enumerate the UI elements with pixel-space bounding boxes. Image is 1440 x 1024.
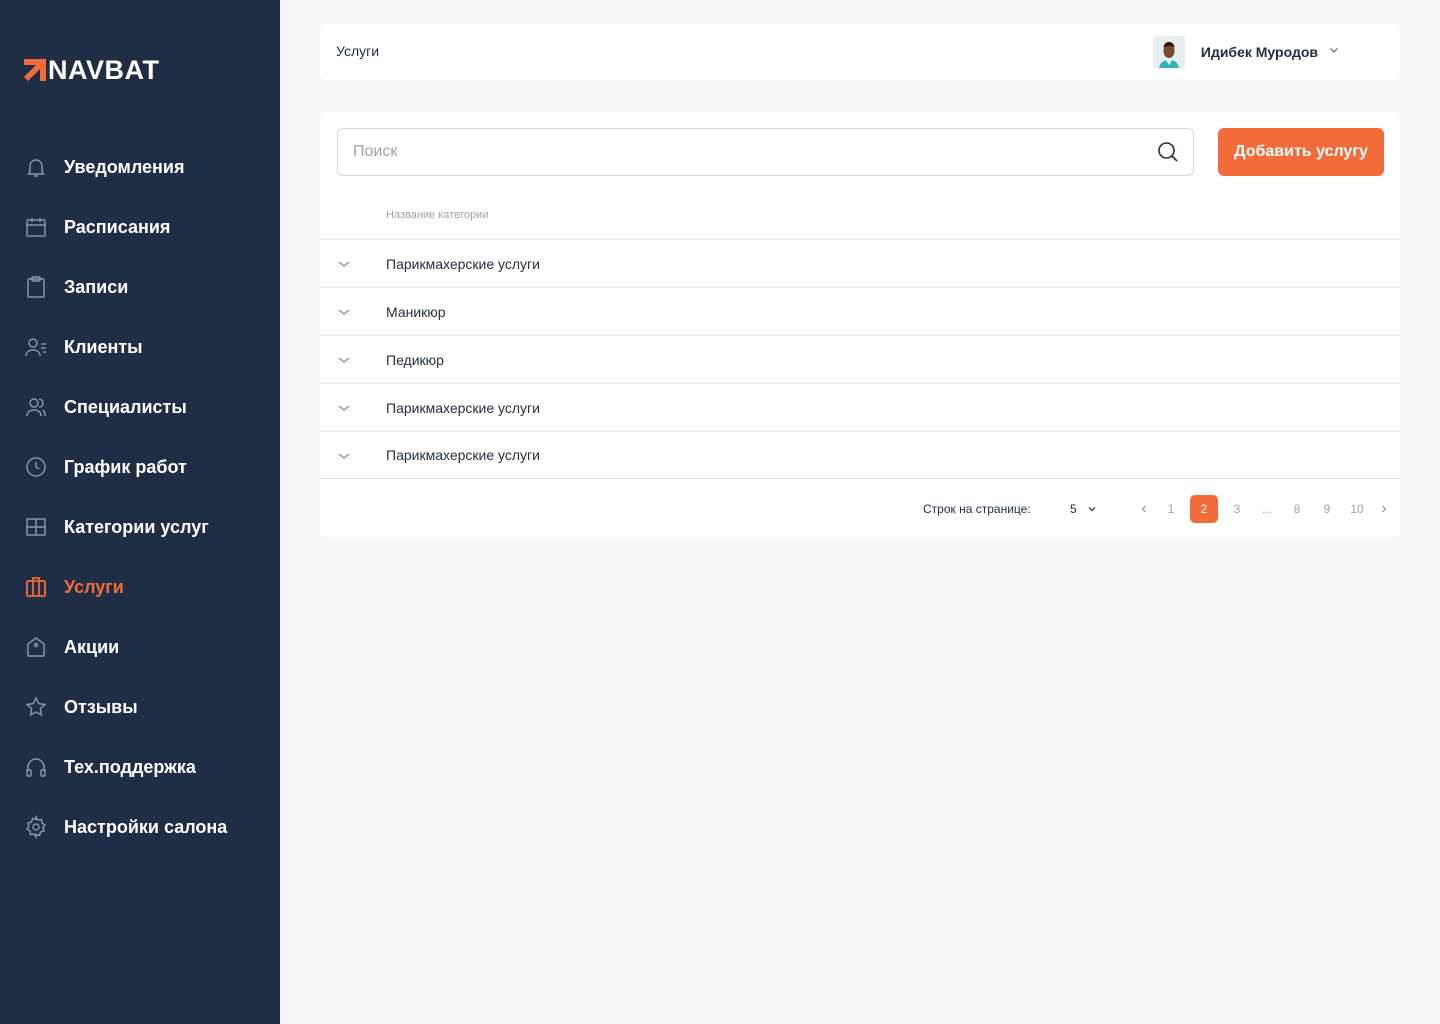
sidebar-item-label: График работ	[64, 456, 187, 477]
users-icon	[24, 395, 48, 419]
sidebar-item-schedules[interactable]: Расписания	[0, 197, 280, 257]
sidebar-item-notifications[interactable]: Уведомления	[0, 137, 280, 197]
services-card: Добавить услугу Название категории Парик…	[320, 112, 1400, 538]
sidebar-item-services[interactable]: Услуги	[0, 557, 280, 617]
chevron-down-icon[interactable]	[336, 448, 352, 464]
sidebar-item-work-schedule[interactable]: График работ	[0, 437, 280, 497]
sidebar-item-label: Отзывы	[64, 696, 138, 717]
sidebar-item-promotions[interactable]: Акции	[0, 617, 280, 677]
rows-per-page-value: 5	[1070, 502, 1077, 516]
rows-per-page-select[interactable]: 5	[1070, 497, 1097, 521]
chevron-down-icon	[1328, 43, 1340, 61]
table-row[interactable]: Парикмахерские услуги	[320, 383, 1400, 431]
column-header-category-name: Название категории	[386, 209, 489, 221]
search-icon[interactable]	[1157, 141, 1179, 163]
sidebar-item-clients[interactable]: Клиенты	[0, 317, 280, 377]
sidebar-item-label: Уведомления	[64, 156, 185, 177]
logo-arrow-icon	[24, 59, 46, 81]
page-button[interactable]: 9	[1313, 495, 1341, 523]
page-ellipsis: ...	[1261, 502, 1272, 516]
sidebar-item-support[interactable]: Тех.поддержка	[0, 737, 280, 797]
row-category-name: Парикмахерские услуги	[386, 399, 540, 416]
headphones-icon	[24, 755, 48, 779]
category-table: Парикмахерские услуги Маникюр Педикюр Па…	[320, 239, 1400, 479]
clock-icon	[24, 455, 48, 479]
chevron-left-icon	[1141, 505, 1146, 513]
sidebar-item-label: Клиенты	[64, 336, 143, 357]
logo[interactable]: NAVBAT	[24, 54, 160, 85]
grid-icon	[24, 515, 48, 539]
sidebar-item-reviews[interactable]: Отзывы	[0, 677, 280, 737]
sidebar-item-specialists[interactable]: Специалисты	[0, 377, 280, 437]
logo-text: NAVBAT	[48, 54, 160, 85]
briefcase-icon	[24, 575, 48, 599]
sidebar-item-label: Расписания	[64, 216, 171, 237]
prev-page-button[interactable]	[1130, 495, 1158, 523]
table-row[interactable]: Парикмахерские услуги	[320, 239, 1400, 287]
page-button[interactable]: 1	[1157, 495, 1185, 523]
search-input[interactable]	[338, 129, 1138, 175]
table-row[interactable]: Педикюр	[320, 335, 1400, 383]
row-category-name: Маникюр	[386, 303, 446, 320]
calendar-icon	[24, 215, 48, 239]
chevron-down-icon[interactable]	[336, 400, 352, 416]
row-category-name: Парикмахерские услуги	[386, 255, 540, 272]
sidebar-nav: Уведомления Расписания Записи Клиенты Сп…	[0, 137, 280, 857]
page-button[interactable]: 3	[1223, 495, 1251, 523]
user-name: Идибек Муродов	[1200, 44, 1318, 60]
table-row[interactable]: Парикмахерские услуги	[320, 431, 1400, 479]
gear-icon	[24, 815, 48, 839]
user-list-icon	[24, 335, 48, 359]
row-category-name: Педикюр	[386, 351, 444, 368]
search-box	[337, 128, 1194, 176]
table-row[interactable]: Маникюр	[320, 287, 1400, 335]
bell-icon	[24, 155, 48, 179]
tag-icon	[24, 635, 48, 659]
chevron-down-icon[interactable]	[336, 304, 352, 320]
sidebar-item-label: Услуги	[64, 576, 124, 597]
sidebar-item-label: Акции	[64, 636, 120, 657]
sidebar-item-label: Тех.поддержка	[64, 756, 196, 777]
page-title: Услуги	[336, 43, 380, 59]
user-menu[interactable]: Идибек Муродов	[1152, 36, 1340, 68]
sidebar-item-salon-settings[interactable]: Настройки салона	[0, 797, 280, 857]
next-page-button[interactable]	[1370, 495, 1398, 523]
chevron-down-icon	[1088, 507, 1096, 512]
sidebar-item-label: Специалисты	[64, 396, 187, 417]
star-icon	[24, 695, 48, 719]
pagination: Строк на странице: 5 1 2 3 ... 8 9 10	[320, 495, 1400, 523]
rows-per-page-label: Строк на странице:	[923, 502, 1031, 516]
clipboard-icon	[24, 275, 48, 299]
page-button-current[interactable]: 2	[1190, 495, 1218, 523]
chevron-down-icon[interactable]	[336, 352, 352, 368]
chevron-right-icon	[1382, 505, 1387, 513]
top-bar: Услуги Идибек Муродов	[320, 24, 1400, 80]
page-button[interactable]: 10	[1343, 495, 1371, 523]
sidebar-item-label: Категории услуг	[64, 516, 209, 537]
chevron-down-icon[interactable]	[336, 256, 352, 272]
avatar	[1152, 36, 1185, 68]
page-button[interactable]: 8	[1283, 495, 1311, 523]
sidebar: NAVBAT Уведомления Расписания Записи Кли…	[0, 0, 280, 1024]
sidebar-item-label: Записи	[64, 276, 129, 297]
sidebar-item-service-categories[interactable]: Категории услуг	[0, 497, 280, 557]
sidebar-item-records[interactable]: Записи	[0, 257, 280, 317]
sidebar-item-label: Настройки салона	[64, 816, 228, 837]
row-category-name: Парикмахерские услуги	[386, 447, 540, 463]
add-service-button[interactable]: Добавить услугу	[1218, 128, 1384, 176]
